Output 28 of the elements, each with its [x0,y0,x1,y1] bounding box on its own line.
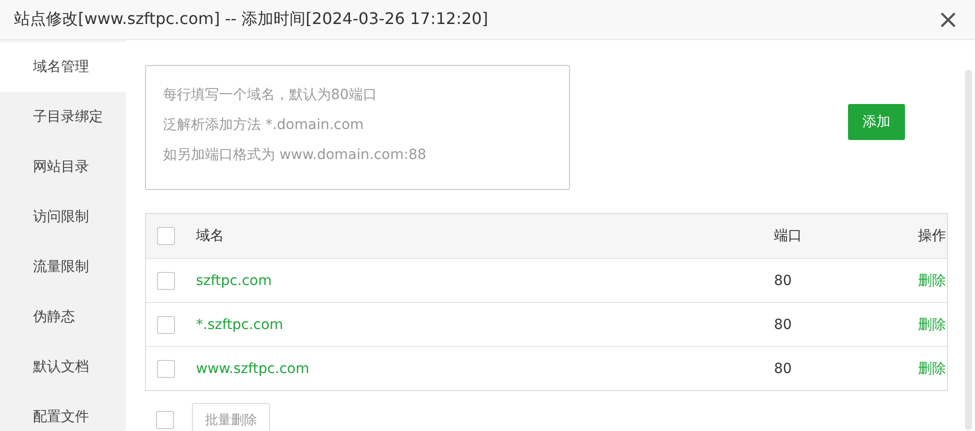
row-checkbox[interactable] [157,360,175,378]
port-cell-text: 80 [774,316,793,332]
port-cell-text: 80 [774,272,793,288]
sidebar-tab[interactable]: 伪静态 [0,292,126,342]
domain-cell-text: *.szftpc.com [196,316,284,332]
placeholder-text: 每行填写一个域名，默认为80端口 [163,86,377,105]
placeholder-text: 如另加端口格式为 www.domain.com:88 [163,146,426,165]
sidebar-tab[interactable]: 默认文档 [0,342,126,392]
placeholder-text: 泛解析添加方法 *.domain.com [163,116,364,135]
column-header: 域名 [196,227,225,245]
scrollbar[interactable] [965,70,972,430]
port-cell-text: 80 [774,360,793,376]
column-header: 端口 [774,227,803,245]
select-all-checkbox[interactable] [157,227,175,245]
window-title: 站点修改[www.szftpc.com] -- 添加时间[2024-03-26 17:12:20] [14,9,488,30]
row-checkbox[interactable] [157,272,175,290]
sidebar-tab[interactable]: 网站目录 [0,142,126,192]
domain-cell-text: www.szftpc.com [196,360,310,376]
sidebar-tab[interactable]: 域名管理 [0,42,126,92]
domain-cell-text: szftpc.com [196,272,273,288]
sidebar-tab[interactable]: 子目录绑定 [0,92,126,142]
footer-checkbox[interactable] [156,411,174,429]
sidebar-tab[interactable]: 访问限制 [0,192,126,242]
close-button[interactable]: × [933,6,963,32]
sidebar-tab[interactable]: 流量限制 [0,242,126,292]
sidebar-tab[interactable]: 配置文件 [0,392,126,431]
row-checkbox[interactable] [157,316,175,334]
column-header: 操作 [917,227,946,245]
